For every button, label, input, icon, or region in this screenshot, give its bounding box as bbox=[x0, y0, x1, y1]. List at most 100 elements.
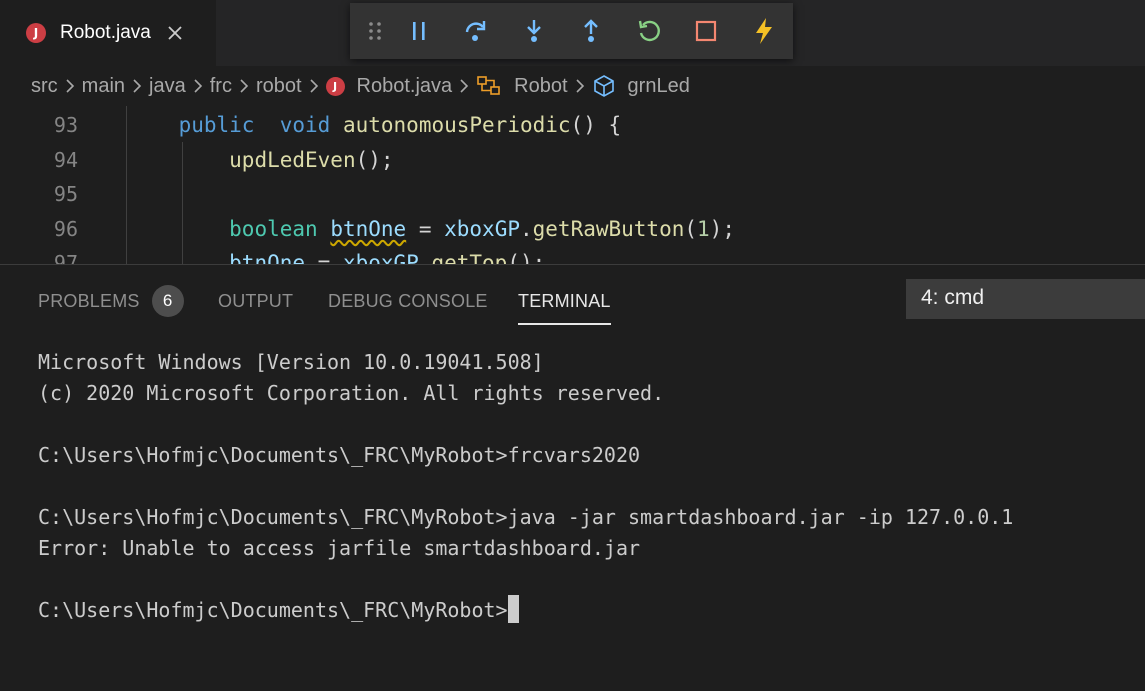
terminal-line-text: Error: Unable to access jarfile smartdas… bbox=[38, 536, 641, 560]
terminal-line: Microsoft Windows [Version 10.0.19041.50… bbox=[38, 347, 1013, 378]
code-token: (); bbox=[507, 251, 546, 264]
code-token: xboxGP bbox=[444, 216, 520, 241]
step-out-button[interactable] bbox=[563, 3, 621, 59]
code-token: (); bbox=[355, 147, 394, 172]
chevron-right-icon bbox=[65, 78, 75, 94]
code-token: . bbox=[519, 216, 533, 241]
terminal-output[interactable]: Microsoft Windows [Version 10.0.19041.50… bbox=[38, 347, 1013, 626]
tab-output[interactable]: OUTPUT bbox=[218, 285, 293, 325]
code-token: autonomousPeriodic bbox=[342, 113, 571, 137]
breadcrumb-grnled[interactable]: grnLed bbox=[592, 74, 690, 98]
code-token: = bbox=[406, 216, 445, 241]
code-token: . bbox=[418, 251, 432, 264]
tab-label: Robot.java bbox=[60, 22, 151, 43]
step-out-icon bbox=[584, 19, 599, 42]
chevron-right-icon bbox=[132, 78, 142, 94]
code-token: ); bbox=[709, 216, 735, 241]
breadcrumb-robot-class[interactable]: Robot bbox=[476, 75, 568, 98]
terminal-select-dropdown[interactable]: 4: cmd bbox=[906, 279, 1145, 319]
step-into-icon bbox=[526, 20, 541, 42]
tab-problems-label: PROBLEMS bbox=[38, 291, 140, 311]
terminal-line: (c) 2020 Microsoft Corporation. All righ… bbox=[38, 378, 1013, 409]
code-text: updLedEven(); bbox=[128, 143, 394, 177]
code-line[interactable]: 95 bbox=[0, 177, 1145, 211]
breadcrumb-robot-java[interactable]: J Robot.java bbox=[325, 75, 452, 98]
terminal-line-text: C:\Users\Hofmjc\Documents\_FRC\MyRobot>f… bbox=[38, 443, 641, 467]
bottom-panel: PROBLEMS 6 OUTPUT DEBUG CONSOLE TERMINAL… bbox=[0, 264, 1145, 691]
line-number: 95 bbox=[53, 182, 78, 206]
code-token: ( bbox=[684, 216, 698, 241]
code-line[interactable]: 96 boolean btnOne = xboxGP.getRawButton(… bbox=[0, 212, 1145, 246]
terminal-cursor bbox=[507, 595, 519, 623]
code-token: btnOne bbox=[229, 251, 306, 264]
chevron-right-icon bbox=[309, 78, 319, 94]
java-file-icon: J bbox=[325, 76, 345, 96]
close-icon[interactable] bbox=[165, 23, 185, 43]
debug-toolbar bbox=[350, 3, 793, 59]
terminal-line: C:\Users\Hofmjc\Documents\_FRC\MyRobot> bbox=[38, 595, 1013, 626]
code-text: public void autonomousPeriodic() { bbox=[128, 108, 622, 142]
breadcrumb-robot-folder[interactable]: robot bbox=[256, 75, 302, 98]
tab-terminal-label: TERMINAL bbox=[518, 291, 611, 311]
breadcrumb-main[interactable]: main bbox=[82, 75, 125, 98]
code-line[interactable]: 94 updLedEven(); bbox=[0, 143, 1145, 177]
chevron-right-icon bbox=[239, 78, 249, 94]
problems-count-badge: 6 bbox=[151, 285, 184, 317]
code-token: () { bbox=[570, 113, 622, 137]
lightning-icon bbox=[755, 18, 772, 44]
code-token: boolean bbox=[229, 216, 318, 241]
hot-code-replace-button[interactable] bbox=[735, 3, 793, 59]
field-cube-icon bbox=[592, 74, 616, 98]
code-editor[interactable]: 93 public void autonomousPeriodic() {94 … bbox=[0, 106, 1145, 264]
code-line[interactable]: 93 public void autonomousPeriodic() { bbox=[0, 108, 1145, 142]
editor-tab-robot-java[interactable]: J Robot.java bbox=[0, 0, 216, 66]
code-token: btnOne bbox=[330, 216, 407, 241]
drag-handle-icon[interactable] bbox=[360, 3, 390, 59]
chevron-right-icon bbox=[459, 78, 469, 94]
stop-button[interactable] bbox=[678, 3, 736, 59]
breadcrumb-src[interactable]: src bbox=[31, 75, 58, 98]
tab-debug-console-label: DEBUG CONSOLE bbox=[328, 291, 488, 311]
code-token: public bbox=[178, 113, 255, 137]
terminal-line-text: C:\Users\Hofmjc\Documents\_FRC\MyRobot> bbox=[38, 598, 508, 622]
step-into-button[interactable] bbox=[505, 3, 563, 59]
code-token: = bbox=[305, 251, 343, 264]
chevron-right-icon bbox=[575, 78, 585, 94]
code-token: void bbox=[279, 113, 331, 137]
terminal-line: Error: Unable to access jarfile smartdas… bbox=[38, 533, 1013, 564]
pause-button[interactable] bbox=[390, 3, 448, 59]
terminal-line-text: C:\Users\Hofmjc\Documents\_FRC\MyRobot>j… bbox=[38, 505, 1014, 529]
tab-debug-console[interactable]: DEBUG CONSOLE bbox=[328, 285, 488, 325]
step-over-icon bbox=[466, 21, 486, 41]
code-token: 1 bbox=[697, 216, 710, 241]
code-token: xboxGP bbox=[342, 251, 419, 264]
terminal-line-text: Microsoft Windows [Version 10.0.19041.50… bbox=[38, 350, 544, 374]
restart-button[interactable] bbox=[620, 3, 678, 59]
code-text: boolean btnOne = xboxGP.getRawButton(1); bbox=[128, 212, 735, 246]
stop-icon bbox=[696, 20, 717, 42]
pause-icon bbox=[412, 22, 425, 40]
code-text: btnOne = xboxGP.getTop(); bbox=[128, 246, 545, 264]
tab-output-label: OUTPUT bbox=[218, 291, 294, 311]
line-number: 93 bbox=[53, 113, 78, 137]
breadcrumb-frc[interactable]: frc bbox=[210, 75, 232, 98]
code-token: getRawButton bbox=[532, 216, 685, 241]
line-number: 94 bbox=[53, 147, 78, 172]
line-number: 96 bbox=[53, 216, 78, 241]
tab-terminal[interactable]: TERMINAL bbox=[518, 285, 611, 325]
code-line[interactable]: 97 btnOne = xboxGP.getTop(); bbox=[0, 246, 1145, 264]
terminal-line: C:\Users\Hofmjc\Documents\_FRC\MyRobot>j… bbox=[38, 502, 1013, 533]
line-number: 97 bbox=[53, 251, 78, 264]
terminal-line: C:\Users\Hofmjc\Documents\_FRC\MyRobot>f… bbox=[38, 440, 1013, 471]
step-over-button[interactable] bbox=[448, 3, 506, 59]
breadcrumb-java[interactable]: java bbox=[149, 75, 186, 98]
tab-problems[interactable]: PROBLEMS 6 bbox=[38, 285, 184, 325]
class-icon bbox=[476, 75, 502, 97]
panel-tab-bar: PROBLEMS 6 OUTPUT DEBUG CONSOLE TERMINAL bbox=[0, 265, 900, 335]
